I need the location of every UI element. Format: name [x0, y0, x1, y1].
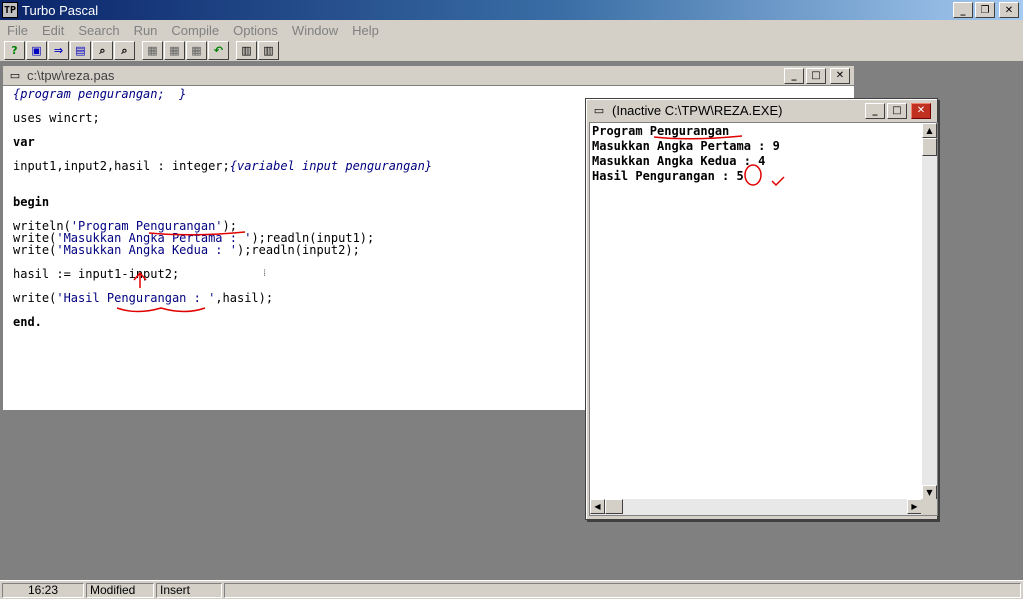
code-line: end. — [13, 315, 42, 329]
close-button[interactable]: ✕ — [999, 2, 1019, 18]
scroll-left-icon[interactable]: ◀ — [590, 499, 605, 514]
help-icon[interactable]: ? — [4, 41, 25, 60]
build-icon[interactable]: ▦ — [186, 41, 207, 60]
app-title: Turbo Pascal — [22, 2, 99, 18]
scroll-corner — [921, 499, 937, 515]
code-string: 'Hasil Pengurangan : ' — [56, 291, 216, 305]
code-text: write( — [13, 243, 57, 257]
code-line: hasil := input1-input2; — [13, 267, 180, 281]
main-title-bar: TP Turbo Pascal _ ❐ ✕ — [0, 0, 1023, 20]
code-text: write( — [13, 291, 57, 305]
code-line: input1,input2,hasil : integer;{variabel … — [13, 160, 432, 173]
output-line: Masukkan Angka Kedua : 4 — [592, 154, 766, 168]
vertical-scrollbar[interactable]: ▲ ▼ — [922, 123, 937, 500]
output-minimize-button[interactable]: _ — [865, 102, 885, 119]
editor-title: c:\tpw\reza.pas — [27, 68, 115, 83]
menu-search[interactable]: Search — [71, 23, 126, 38]
undo-icon[interactable]: ↶ — [208, 41, 229, 60]
editor-minimize-button[interactable]: _ — [784, 67, 804, 84]
code-line: write('Hasil Pengurangan : ',hasil); — [13, 292, 273, 305]
status-message — [224, 582, 1021, 598]
run-icon[interactable]: ▥ — [236, 41, 257, 60]
menu-run[interactable]: Run — [127, 23, 165, 38]
editor-maximize-button[interactable]: □ — [806, 67, 826, 84]
menu-help[interactable]: Help — [345, 23, 386, 38]
cursor-position: 16:23 — [2, 582, 84, 598]
code-string: 'Masukkan Angka Kedua : ' — [56, 243, 237, 257]
minimize-button[interactable]: _ — [953, 2, 973, 18]
horizontal-scrollbar[interactable]: ◀ ▶ — [590, 499, 922, 515]
maximize-button[interactable]: ❐ — [975, 2, 995, 18]
window-icon[interactable]: ▭ — [591, 104, 607, 118]
output-line: Program Pengurangan — [592, 124, 730, 138]
code-text: input1,input2,hasil : integer; — [13, 159, 230, 173]
code-line: write('Masukkan Angka Kedua : ');readln(… — [13, 244, 360, 257]
scroll-down-icon[interactable]: ▼ — [922, 485, 937, 500]
document-icon[interactable]: ▭ — [7, 69, 23, 83]
menu-file[interactable]: File — [0, 23, 35, 38]
menu-options[interactable]: Options — [226, 23, 285, 38]
find-next-icon[interactable]: ⌕ — [114, 41, 135, 60]
turbo-pascal-app-icon[interactable]: TP — [2, 2, 18, 18]
output-client-area[interactable]: Program Pengurangan Masukkan Angka Perta… — [589, 122, 938, 516]
scroll-up-icon[interactable]: ▲ — [922, 123, 937, 138]
insert-mode-indicator: Insert — [156, 582, 222, 598]
make-icon[interactable]: ▦ — [164, 41, 185, 60]
output-title-bar: ▭ (Inactive C:\TPW\REZA.EXE) _ □ ✕ — [588, 101, 935, 120]
toolbar: ? ▣ ⇒ ▤ ⌕ ⌕ ▦ ▦ ▦ ↶ ▥ ▥ — [0, 40, 1023, 62]
scroll-thumb[interactable] — [922, 138, 937, 156]
status-bar: 16:23 Modified Insert — [0, 580, 1023, 599]
code-line: {program pengurangan; } — [13, 87, 187, 101]
modified-indicator: Modified — [86, 582, 154, 598]
editor-title-bar: ▭ c:\tpw\reza.pas _ □ ✕ — [3, 66, 854, 86]
open-icon[interactable]: ⇒ — [48, 41, 69, 60]
step-icon[interactable]: ▥ — [258, 41, 279, 60]
output-line: Hasil Pengurangan : 5 — [592, 169, 744, 183]
menu-edit[interactable]: Edit — [35, 23, 71, 38]
code-text: );readln(input2); — [236, 243, 360, 257]
output-maximize-button[interactable]: □ — [887, 102, 907, 119]
compile-icon[interactable]: ▦ — [142, 41, 163, 60]
output-title: (Inactive C:\TPW\REZA.EXE) — [612, 103, 783, 118]
output-window: ▭ (Inactive C:\TPW\REZA.EXE) _ □ ✕ Progr… — [585, 98, 938, 520]
output-text: Program Pengurangan Masukkan Angka Perta… — [592, 124, 918, 184]
menu-window[interactable]: Window — [285, 23, 345, 38]
hscroll-thumb[interactable] — [605, 499, 623, 514]
annotation-underline — [116, 307, 206, 313]
scroll-right-icon[interactable]: ▶ — [907, 499, 922, 514]
editor-close-button[interactable]: ✕ — [830, 67, 850, 84]
code-text: ,hasil); — [215, 291, 274, 305]
code-line: begin — [13, 195, 50, 209]
output-line: Masukkan Angka Pertama : 9 — [592, 139, 780, 153]
menu-compile[interactable]: Compile — [164, 23, 226, 38]
save-all-icon[interactable]: ▤ — [70, 41, 91, 60]
find-icon[interactable]: ⌕ — [92, 41, 113, 60]
output-close-button[interactable]: ✕ — [911, 102, 931, 119]
text-cursor-icon: ⁞ — [263, 268, 267, 279]
code-comment: {variabel input pengurangan} — [229, 159, 433, 173]
menu-bar: File Edit Search Run Compile Options Win… — [0, 20, 1023, 40]
code-line: uses wincrt; — [13, 111, 100, 125]
save-icon[interactable]: ▣ — [26, 41, 47, 60]
code-line: var — [13, 135, 35, 149]
